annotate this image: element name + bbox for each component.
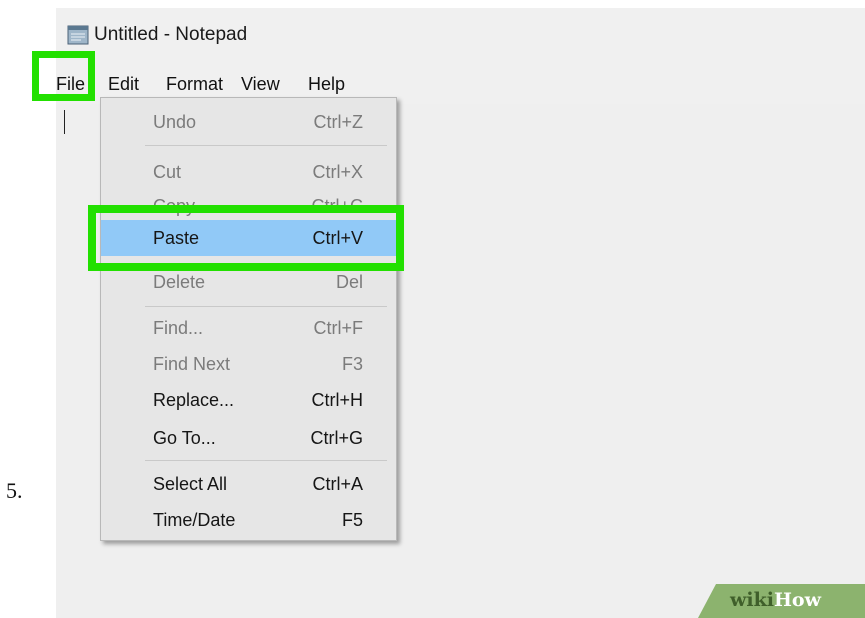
paste-highlight <box>88 205 404 271</box>
wikihow-watermark: wikiHow <box>698 584 865 618</box>
edit-dropdown-menu: Undo Ctrl+Z Cut Ctrl+X Copy Ctrl+C Paste… <box>100 97 397 541</box>
wikihow-logo-text: wikiHow <box>730 589 821 611</box>
menu-format[interactable]: Format <box>166 74 223 95</box>
menu-edit[interactable]: Edit <box>108 74 139 95</box>
menu-item-time-date[interactable]: Time/Date F5 <box>101 502 396 538</box>
notepad-icon <box>67 25 89 45</box>
edit-menu-highlight <box>32 51 95 101</box>
window-title: Untitled - Notepad <box>94 24 248 45</box>
menu-separator <box>145 145 387 146</box>
menu-view[interactable]: View <box>241 74 280 95</box>
menu-item-select-all[interactable]: Select All Ctrl+A <box>101 466 396 502</box>
menu-separator <box>145 460 387 461</box>
menu-item-replace[interactable]: Replace... Ctrl+H <box>101 382 396 418</box>
menu-help[interactable]: Help <box>308 74 345 95</box>
menu-item-undo[interactable]: Undo Ctrl+Z <box>101 104 396 140</box>
menu-item-find[interactable]: Find... Ctrl+F <box>101 310 396 346</box>
menu-item-go-to[interactable]: Go To... Ctrl+G <box>101 420 396 456</box>
title-bar: Untitled - Notepad <box>56 8 865 68</box>
step-number: 5. <box>6 478 23 503</box>
menu-item-find-next[interactable]: Find Next F3 <box>101 346 396 382</box>
menu-item-cut[interactable]: Cut Ctrl+X <box>101 154 396 190</box>
text-caret <box>64 110 65 134</box>
menu-separator <box>145 306 387 307</box>
